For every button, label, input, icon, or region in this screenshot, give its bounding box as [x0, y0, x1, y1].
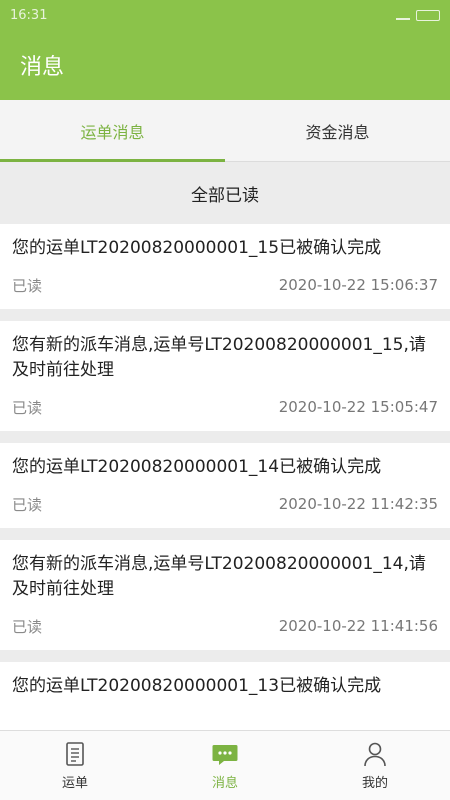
user-icon	[364, 742, 386, 767]
read-status: 已读	[12, 398, 43, 417]
status-icons	[396, 9, 440, 21]
message-text: 您的运单LT20200820000001_15已被确认完成	[12, 238, 382, 258]
chat-icon	[212, 745, 238, 765]
message-tabs: 运单消息 资金消息	[0, 100, 450, 162]
message-time: 2020-10-22 11:41:56	[278, 617, 438, 635]
nav-label: 我的	[361, 776, 388, 791]
signal-icon	[396, 11, 410, 20]
tab-label: 资金消息	[305, 122, 370, 142]
mark-all-read-label: 全部已读	[191, 185, 259, 206]
nav-label: 运单	[61, 776, 88, 791]
read-status: 已读	[12, 276, 43, 295]
message-meta: 已读 2020-10-22 15:05:47	[12, 383, 438, 431]
tab-fund-messages[interactable]: 资金消息	[225, 100, 450, 161]
status-time: 16:31	[10, 7, 48, 23]
message-text: 您的运单LT20200820000001_13已被确认完成	[12, 676, 382, 696]
message-item[interactable]: 您有新的派车消息,运单号LT20200820000001_15,请及时前往处理 …	[0, 321, 450, 431]
message-item[interactable]: 您的运单LT20200820000001_15已被确认完成 已读 2020-10…	[0, 224, 450, 309]
message-text: 您有新的派车消息,运单号LT20200820000001_14,请及时前往处理	[12, 554, 426, 599]
document-icon	[66, 742, 84, 766]
message-text: 您有新的派车消息,运单号LT20200820000001_15,请及时前往处理	[12, 335, 426, 380]
message-list[interactable]: 您的运单LT20200820000001_15已被确认完成 已读 2020-10…	[0, 224, 450, 730]
tab-label: 运单消息	[80, 122, 145, 142]
message-time: 2020-10-22 15:05:47	[278, 398, 438, 416]
read-status: 已读	[12, 495, 43, 514]
message-item[interactable]: 您的运单LT20200820000001_14已被确认完成 已读 2020-10…	[0, 443, 450, 528]
message-time: 2020-10-22 15:06:37	[278, 276, 438, 294]
page-title: 消息	[20, 55, 65, 80]
nav-mine[interactable]: 我的	[300, 731, 450, 800]
nav-messages[interactable]: 消息	[150, 731, 300, 800]
message-item[interactable]: 您有新的派车消息,运单号LT20200820000001_14,请及时前往处理 …	[0, 540, 450, 650]
message-meta: 已读 2020-10-22 11:41:56	[12, 602, 438, 650]
app-bar: 消息	[0, 30, 450, 100]
message-item[interactable]: 您的运单LT20200820000001_13已被确认完成	[0, 662, 450, 730]
message-meta	[12, 699, 438, 730]
status-bar: 16:31	[0, 0, 450, 30]
tab-waybill-messages[interactable]: 运单消息	[0, 100, 225, 162]
message-time: 2020-10-22 11:42:35	[278, 495, 438, 513]
nav-label: 消息	[211, 776, 238, 791]
message-meta: 已读 2020-10-22 11:42:35	[12, 480, 438, 528]
message-meta: 已读 2020-10-22 15:06:37	[12, 261, 438, 309]
mark-all-read-button[interactable]: 全部已读	[0, 162, 450, 224]
message-text: 您的运单LT20200820000001_14已被确认完成	[12, 457, 382, 477]
bottom-nav: 运单 消息 我的	[0, 730, 450, 800]
battery-icon	[416, 9, 440, 21]
nav-waybill[interactable]: 运单	[0, 731, 150, 800]
read-status: 已读	[12, 617, 43, 636]
